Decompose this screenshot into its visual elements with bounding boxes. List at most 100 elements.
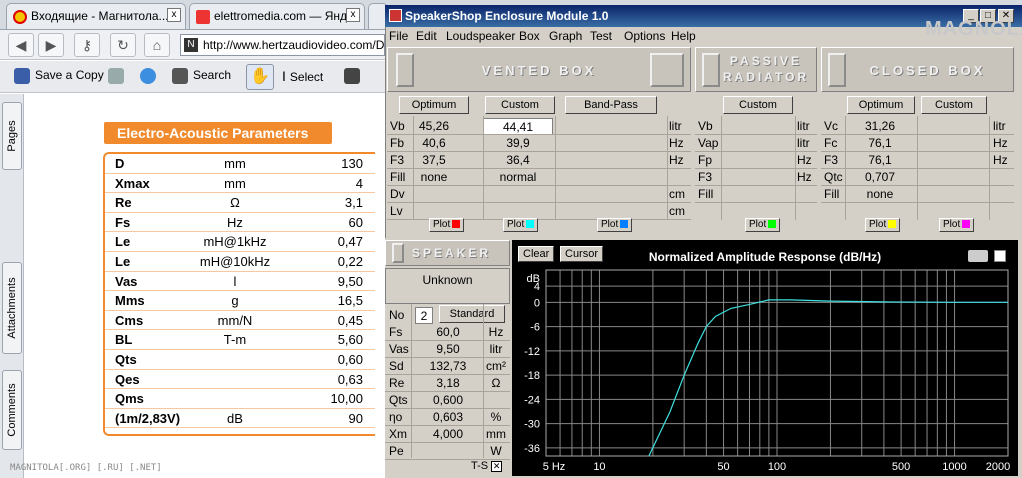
menu-box[interactable]: Box — [519, 29, 540, 43]
select-tool-button[interactable]: I Select — [282, 68, 323, 84]
web-button[interactable] — [140, 68, 161, 84]
optimum-button[interactable]: Optimum — [399, 96, 469, 114]
parameters-table: Dmm 130 Xmax mm 4 Re Ω 3,1 Fs Hz 60 Le mH@1kHz 0,47 Le… — [103, 152, 375, 436]
speaker-param-value[interactable]: 60,0 — [415, 324, 481, 341]
param-value: 16,5 — [337, 293, 363, 309]
speaker-param-value[interactable]: 4,000 — [415, 426, 481, 443]
x-tick-label: 50 — [717, 461, 729, 473]
vented-custom-value[interactable]: 44,41 — [483, 118, 553, 135]
plot-label: Plot — [433, 219, 451, 230]
vented-optimum-value — [399, 186, 469, 203]
param-value: 5,60 — [337, 332, 363, 348]
param-unit: g — [231, 293, 239, 309]
closed-param-label: Vc — [824, 119, 839, 133]
closed-optimum-value: 0,707 — [864, 170, 896, 184]
key-icon[interactable]: ⚷ — [74, 33, 100, 57]
closed-custom-plot-button[interactable]: Plot — [939, 218, 975, 232]
close-icon[interactable]: x — [346, 8, 360, 22]
speaker-param-value[interactable] — [415, 443, 481, 460]
tab-inbox[interactable]: Входящие - Магнитола... x — [6, 3, 186, 29]
ts-toggle[interactable]: T-S ✕ — [471, 460, 503, 472]
vented-custom-value — [483, 186, 553, 203]
speaker-param-value[interactable]: 132,73 — [415, 358, 481, 375]
speaker-title: SPEAKER — [412, 246, 492, 260]
menu-test[interactable]: Test — [590, 29, 612, 43]
tab-elettromedia[interactable]: elettromedia.com — Янд... x — [189, 3, 365, 29]
print-button[interactable] — [108, 68, 129, 84]
speaker-param-value[interactable]: 9,50 — [415, 341, 481, 358]
passive-plot-button[interactable]: Plot — [745, 218, 781, 232]
menu-edit[interactable]: Edit — [416, 29, 437, 43]
vented-optimum-value: 45,26 — [418, 119, 450, 133]
speaker-param-label: Sd — [389, 359, 404, 373]
closed-optimum-plot-button[interactable]: Plot — [865, 218, 901, 232]
vented-optimum-plot-button[interactable]: Plot — [429, 218, 465, 232]
param-name: Qes — [115, 371, 140, 387]
menu-loudspeaker[interactable]: Loudspeaker — [446, 29, 515, 43]
forward-button[interactable]: ▶ — [38, 33, 64, 57]
speaker-number-field[interactable]: 2 — [415, 307, 433, 324]
ts-checkbox[interactable]: ✕ — [491, 460, 503, 472]
back-button[interactable]: ◀ — [8, 33, 34, 57]
vented-unit-label: Hz — [669, 153, 684, 167]
speaker-mode-button[interactable]: Standard — [439, 305, 505, 323]
tab-comments[interactable]: Comments — [2, 370, 22, 450]
ts-label: T-S — [471, 460, 489, 472]
bandpass-plot-button[interactable]: Plot — [597, 218, 633, 232]
plot-color-swatch — [526, 220, 535, 229]
plot-label: Plot — [601, 219, 619, 230]
param-unit: mm — [224, 175, 246, 191]
speaker-param-value[interactable]: 0,600 — [415, 392, 481, 409]
tab-pages[interactable]: Pages — [2, 102, 22, 170]
table-row: Xmax mm 4 — [105, 174, 375, 194]
menu-help[interactable]: Help — [671, 29, 696, 43]
closed-optimum-button[interactable]: Optimum — [847, 96, 915, 114]
speaker-param-label: Vas — [389, 342, 409, 356]
home-button[interactable]: ⌂ — [144, 33, 170, 57]
menu-graph[interactable]: Graph — [549, 29, 582, 43]
closed-optimum-value: 76,1 — [868, 153, 892, 167]
tab-attachments[interactable]: Attachments — [2, 262, 22, 354]
table-row: Qes 0,63 — [105, 370, 375, 390]
y-tick-label: -18 — [524, 370, 540, 382]
hand-tool-button[interactable]: ✋ — [246, 64, 274, 90]
plot-label: Plot — [749, 219, 767, 230]
table-row: Le mH@1kHz 0,47 — [105, 232, 375, 252]
vented-custom-plot-button[interactable]: Plot — [503, 218, 539, 232]
url-bar[interactable]: N http://www.hertzaudiovideo.com/Do — [180, 34, 385, 56]
chart-plot-area: dB40-6-12-18-24-30-365 Hz 10 50 100 500 1000 2… — [524, 269, 1010, 473]
column-divider — [989, 116, 990, 220]
response-chart: Clear Cursor Normalized Amplitude Respon… — [512, 240, 1018, 476]
speaker-unit-label: cm² — [486, 359, 506, 373]
passive-unit-label: litr — [797, 136, 810, 150]
menu-file[interactable]: File — [389, 29, 408, 43]
param-name: Le — [115, 254, 131, 269]
menu-options[interactable]: Options — [624, 29, 665, 43]
reload-button[interactable]: ↻ — [110, 33, 136, 57]
save-copy-button[interactable]: Save a Copy — [14, 68, 104, 84]
vented-custom-value: 36,4 — [506, 153, 530, 167]
close-icon[interactable]: x — [167, 8, 181, 22]
printer-icon — [108, 68, 124, 84]
speaker-param-label: ηo — [389, 410, 403, 424]
passive-custom-button[interactable]: Custom — [723, 96, 793, 114]
passive-param-label: Vb — [698, 119, 713, 133]
param-value: 0,63 — [337, 371, 363, 387]
search-button[interactable]: Search — [172, 68, 231, 84]
snapshot-button[interactable] — [344, 68, 365, 84]
speaker-unit-label: W — [490, 444, 502, 458]
pdf-toolbar: Save a Copy Search ✋ I Select — [0, 61, 385, 93]
speaker-param-value[interactable]: 3,18 — [415, 375, 481, 392]
param-value: 10,00 — [330, 391, 363, 407]
band-pass-button[interactable]: Band-Pass — [565, 96, 657, 114]
speaker-param-label: Xm — [389, 427, 407, 441]
passive-param-label: F3 — [698, 170, 713, 184]
vented-box-header: VENTED BOX — [387, 47, 691, 92]
y-tick-label: -24 — [524, 394, 540, 406]
table-row: Qms 10,00 — [105, 389, 375, 409]
speaker-param-value[interactable]: 0,603 — [415, 409, 481, 426]
closed-custom-button[interactable]: Custom — [921, 96, 987, 114]
site-favicon-icon: N — [184, 38, 198, 52]
speaker-header: SPEAKER — [385, 240, 510, 266]
custom-button[interactable]: Custom — [485, 96, 555, 114]
